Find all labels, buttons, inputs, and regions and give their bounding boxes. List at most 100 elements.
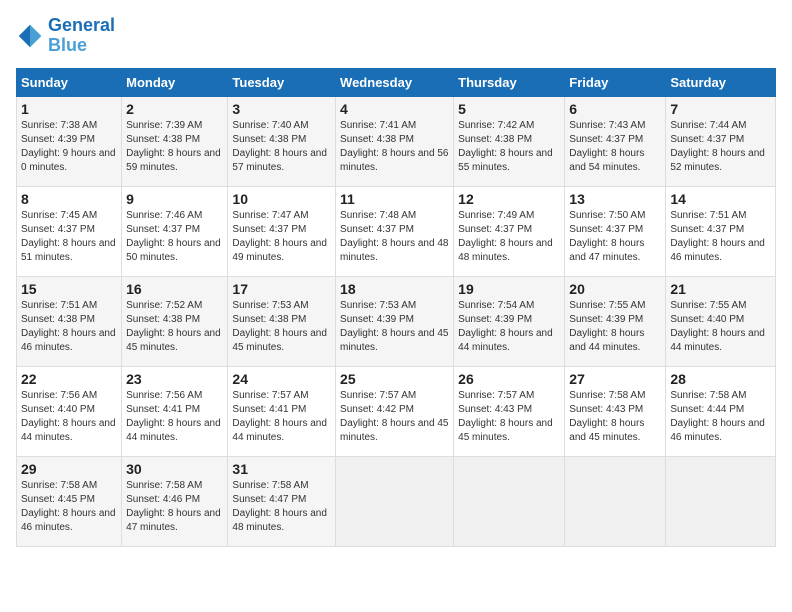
day-header-monday: Monday [122, 68, 228, 96]
day-info: Sunrise: 7:51 AMSunset: 4:38 PMDaylight:… [21, 299, 117, 355]
day-number: 7 [670, 101, 771, 117]
day-number: 27 [569, 371, 661, 387]
day-info: Sunrise: 7:58 AMSunset: 4:45 PMDaylight:… [21, 479, 117, 535]
calendar-cell: 29 Sunrise: 7:58 AMSunset: 4:45 PMDayligh… [17, 456, 122, 546]
calendar-cell: 11 Sunrise: 7:48 AMSunset: 4:37 PMDayligh… [336, 186, 454, 276]
day-number: 21 [670, 281, 771, 297]
calendar-cell: 9 Sunrise: 7:46 AMSunset: 4:37 PMDaylight… [122, 186, 228, 276]
calendar-cell [454, 456, 565, 546]
calendar-cell: 7 Sunrise: 7:44 AMSunset: 4:37 PMDaylight… [666, 96, 776, 186]
day-info: Sunrise: 7:44 AMSunset: 4:37 PMDaylight:… [670, 119, 771, 175]
day-info: Sunrise: 7:47 AMSunset: 4:37 PMDaylight:… [232, 209, 331, 265]
day-number: 24 [232, 371, 331, 387]
day-info: Sunrise: 7:58 AMSunset: 4:47 PMDaylight:… [232, 479, 331, 535]
header: General Blue [16, 16, 776, 56]
calendar-cell: 16Sunrise: 7:52 AMSunset: 4:38 PMDayligh… [122, 276, 228, 366]
day-number: 23 [126, 371, 223, 387]
day-number: 17 [232, 281, 331, 297]
day-header-saturday: Saturday [666, 68, 776, 96]
calendar-cell: 17 Sunrise: 7:53 AMSunset: 4:38 PMDayligh… [228, 276, 336, 366]
calendar-cell [666, 456, 776, 546]
day-number: 14 [670, 191, 771, 207]
day-header-thursday: Thursday [454, 68, 565, 96]
calendar-cell: 22 Sunrise: 7:56 AMSunset: 4:40 PMDayligh… [17, 366, 122, 456]
day-header-friday: Friday [565, 68, 666, 96]
day-info: Sunrise: 7:57 AMSunset: 4:41 PMDaylight:… [232, 389, 331, 445]
day-number: 5 [458, 101, 560, 117]
day-info: Sunrise: 7:46 AMSunset: 4:37 PMDaylight:… [126, 209, 223, 265]
calendar-cell: 27 Sunrise: 7:58 AMSunset: 4:43 PMDayligh… [565, 366, 666, 456]
day-info: Sunrise: 7:56 AMSunset: 4:41 PMDaylight:… [126, 389, 223, 445]
day-info: Sunrise: 7:45 AMSunset: 4:37 PMDaylight:… [21, 209, 117, 265]
day-info: Sunrise: 7:51 AMSunset: 4:37 PMDaylight:… [670, 209, 771, 265]
day-info: Sunrise: 7:57 AMSunset: 4:42 PMDaylight:… [340, 389, 449, 445]
day-number: 31 [232, 461, 331, 477]
day-info: Sunrise: 7:57 AMSunset: 4:43 PMDaylight:… [458, 389, 560, 445]
calendar-cell [336, 456, 454, 546]
week-row-3: 15 Sunrise: 7:51 AMSunset: 4:38 PMDayligh… [17, 276, 776, 366]
calendar-cell [565, 456, 666, 546]
day-number: 30 [126, 461, 223, 477]
calendar-cell: 19Sunrise: 7:54 AMSunset: 4:39 PMDayligh… [454, 276, 565, 366]
day-number: 13 [569, 191, 661, 207]
day-info: Sunrise: 7:48 AMSunset: 4:37 PMDaylight:… [340, 209, 449, 265]
day-info: Sunrise: 7:50 AMSunset: 4:37 PMDaylight:… [569, 209, 661, 265]
calendar-cell: 13 Sunrise: 7:50 AMSunset: 4:37 PMDayligh… [565, 186, 666, 276]
day-number: 3 [232, 101, 331, 117]
logo-icon [16, 22, 44, 50]
day-info: Sunrise: 7:58 AMSunset: 4:43 PMDaylight:… [569, 389, 661, 445]
day-number: 6 [569, 101, 661, 117]
day-number: 9 [126, 191, 223, 207]
day-number: 28 [670, 371, 771, 387]
day-number: 22 [21, 371, 117, 387]
day-header-sunday: Sunday [17, 68, 122, 96]
day-info: Sunrise: 7:42 AMSunset: 4:38 PMDaylight:… [458, 119, 560, 175]
calendar-cell: 5 Sunrise: 7:42 AMSunset: 4:38 PMDaylight… [454, 96, 565, 186]
day-number: 25 [340, 371, 449, 387]
calendar-cell: 30 Sunrise: 7:58 AMSunset: 4:46 PMDayligh… [122, 456, 228, 546]
week-row-2: 8 Sunrise: 7:45 AMSunset: 4:37 PMDaylight… [17, 186, 776, 276]
calendar-cell: 15 Sunrise: 7:51 AMSunset: 4:38 PMDayligh… [17, 276, 122, 366]
day-number: 10 [232, 191, 331, 207]
day-number: 29 [21, 461, 117, 477]
week-row-1: 1 Sunrise: 7:38 AMSunset: 4:39 PMDaylight… [17, 96, 776, 186]
calendar-cell: 10 Sunrise: 7:47 AMSunset: 4:37 PMDayligh… [228, 186, 336, 276]
calendar-cell: 8 Sunrise: 7:45 AMSunset: 4:37 PMDaylight… [17, 186, 122, 276]
calendar-cell: 28Sunrise: 7:58 AMSunset: 4:44 PMDayligh… [666, 366, 776, 456]
week-row-5: 29 Sunrise: 7:58 AMSunset: 4:45 PMDayligh… [17, 456, 776, 546]
day-number: 11 [340, 191, 449, 207]
day-number: 20 [569, 281, 661, 297]
calendar-cell: 31 Sunrise: 7:58 AMSunset: 4:47 PMDayligh… [228, 456, 336, 546]
calendar-cell: 14 Sunrise: 7:51 AMSunset: 4:37 PMDayligh… [666, 186, 776, 276]
day-number: 12 [458, 191, 560, 207]
day-number: 8 [21, 191, 117, 207]
calendar-cell: 4 Sunrise: 7:41 AMSunset: 4:38 PMDaylight… [336, 96, 454, 186]
calendar-cell: 18 Sunrise: 7:53 AMSunset: 4:39 PMDayligh… [336, 276, 454, 366]
calendar-cell: 12Sunrise: 7:49 AMSunset: 4:37 PMDayligh… [454, 186, 565, 276]
calendar-cell: 24 Sunrise: 7:57 AMSunset: 4:41 PMDayligh… [228, 366, 336, 456]
day-number: 18 [340, 281, 449, 297]
calendar-cell: 1 Sunrise: 7:38 AMSunset: 4:39 PMDaylight… [17, 96, 122, 186]
calendar-cell: 2Sunrise: 7:39 AMSunset: 4:38 PMDaylight… [122, 96, 228, 186]
day-info: Sunrise: 7:53 AMSunset: 4:38 PMDaylight:… [232, 299, 331, 355]
calendar-cell: 23 Sunrise: 7:56 AMSunset: 4:41 PMDayligh… [122, 366, 228, 456]
calendar-cell: 26 Sunrise: 7:57 AMSunset: 4:43 PMDayligh… [454, 366, 565, 456]
day-info: Sunrise: 7:43 AMSunset: 4:37 PMDaylight:… [569, 119, 661, 175]
week-row-4: 22 Sunrise: 7:56 AMSunset: 4:40 PMDayligh… [17, 366, 776, 456]
day-number: 4 [340, 101, 449, 117]
day-info: Sunrise: 7:54 AMSunset: 4:39 PMDaylight:… [458, 299, 560, 355]
day-info: Sunrise: 7:38 AMSunset: 4:39 PMDaylight:… [21, 119, 117, 175]
day-info: Sunrise: 7:53 AMSunset: 4:39 PMDaylight:… [340, 299, 449, 355]
day-info: Sunrise: 7:58 AMSunset: 4:46 PMDaylight:… [126, 479, 223, 535]
calendar-cell: 6 Sunrise: 7:43 AMSunset: 4:37 PMDaylight… [565, 96, 666, 186]
calendar-cell: 3Sunrise: 7:40 AMSunset: 4:38 PMDaylight… [228, 96, 336, 186]
day-info: Sunrise: 7:56 AMSunset: 4:40 PMDaylight:… [21, 389, 117, 445]
day-info: Sunrise: 7:41 AMSunset: 4:38 PMDaylight:… [340, 119, 449, 175]
day-number: 26 [458, 371, 560, 387]
day-number: 16 [126, 281, 223, 297]
day-header-tuesday: Tuesday [228, 68, 336, 96]
day-number: 15 [21, 281, 117, 297]
day-number: 1 [21, 101, 117, 117]
logo: General Blue [16, 16, 115, 56]
day-header-wednesday: Wednesday [336, 68, 454, 96]
